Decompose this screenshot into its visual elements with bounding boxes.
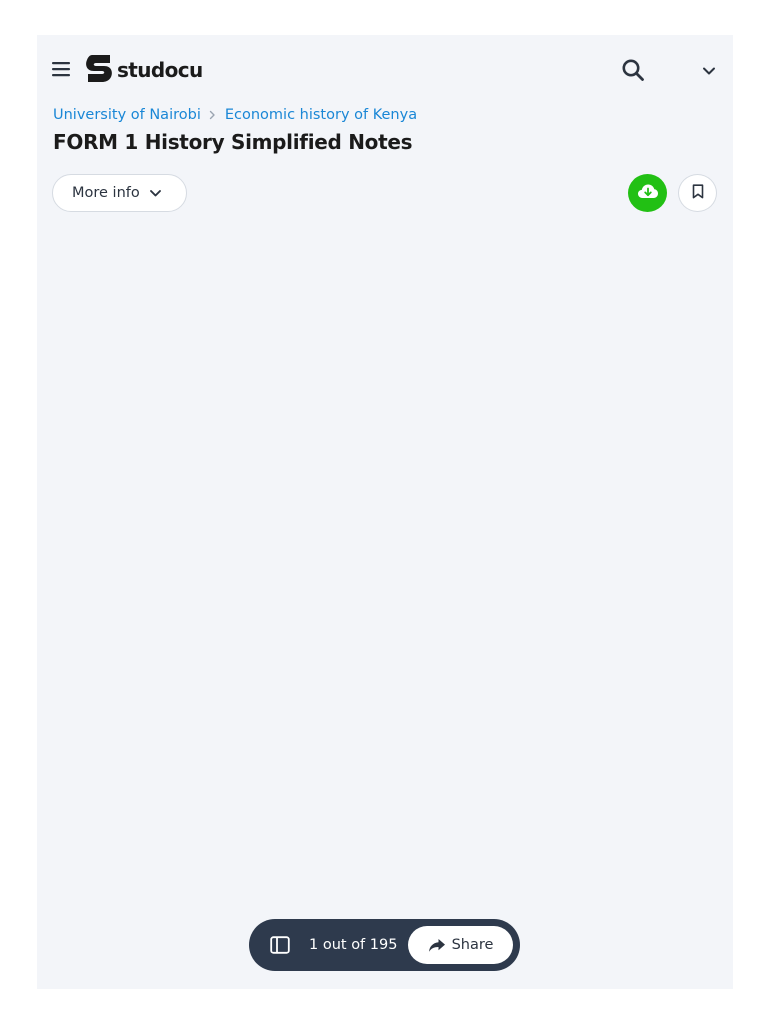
chevron-down-icon[interactable] [699, 61, 719, 81]
download-button[interactable] [628, 174, 667, 212]
share-button[interactable]: Share [408, 926, 513, 964]
sidebar-panel-icon[interactable] [269, 934, 291, 956]
more-info-label: More info [72, 185, 140, 201]
chevron-down-icon [149, 189, 162, 198]
more-info-button[interactable]: More info [52, 174, 187, 212]
top-navigation-bar: studocu [37, 35, 733, 105]
document-viewer-area[interactable] [37, 225, 733, 989]
chevron-right-icon [209, 110, 216, 120]
page-navigation-bar: 1 out of 195 Share [249, 919, 520, 971]
bookmark-button[interactable] [678, 174, 717, 212]
breadcrumb-course-link[interactable]: Economic history of Kenya [225, 107, 417, 123]
search-icon[interactable] [619, 56, 647, 84]
share-label: Share [451, 937, 494, 953]
studocu-app: studocu University of Nairobi Economic h… [37, 35, 733, 989]
page-counter: 1 out of 195 [309, 937, 398, 953]
logo-wordmark: studocu [117, 58, 203, 82]
share-arrow-icon [428, 938, 446, 953]
studocu-logo-icon [84, 53, 114, 87]
hamburger-menu-icon[interactable] [50, 58, 72, 80]
breadcrumb-university-link[interactable]: University of Nairobi [53, 107, 201, 123]
bookmark-icon [692, 183, 704, 203]
document-title: FORM 1 History Simplified Notes [53, 130, 413, 154]
cloud-download-icon [637, 183, 659, 203]
breadcrumb: University of Nairobi Economic history o… [53, 107, 417, 123]
studocu-logo[interactable]: studocu [84, 53, 203, 87]
